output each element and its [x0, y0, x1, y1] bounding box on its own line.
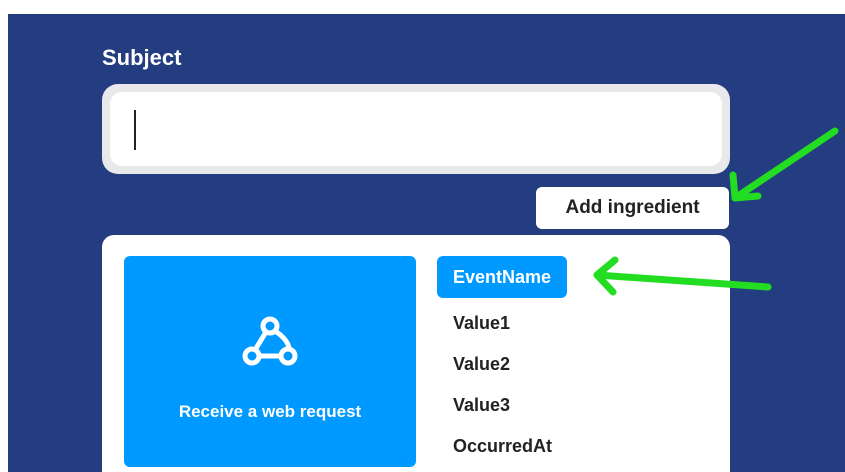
ingredient-eventname[interactable]: EventName	[437, 256, 568, 298]
subject-label: Subject	[102, 45, 182, 70]
ingredient-value2[interactable]: Value2	[437, 343, 526, 385]
subject-field-frame	[102, 84, 730, 174]
ingredient-value1[interactable]: Value1	[437, 302, 526, 344]
ingredient-occurredat[interactable]: OccurredAt	[437, 425, 568, 467]
service-name: Receive a web request	[178, 402, 362, 421]
ingredient-value3[interactable]: Value3	[437, 384, 526, 426]
service-card: Receive a web request	[124, 256, 416, 467]
text-cursor	[134, 110, 136, 150]
webhook-icon	[242, 316, 298, 366]
subject-input[interactable]	[110, 92, 722, 166]
add-ingredient-button[interactable]: Add ingredient	[536, 187, 729, 229]
